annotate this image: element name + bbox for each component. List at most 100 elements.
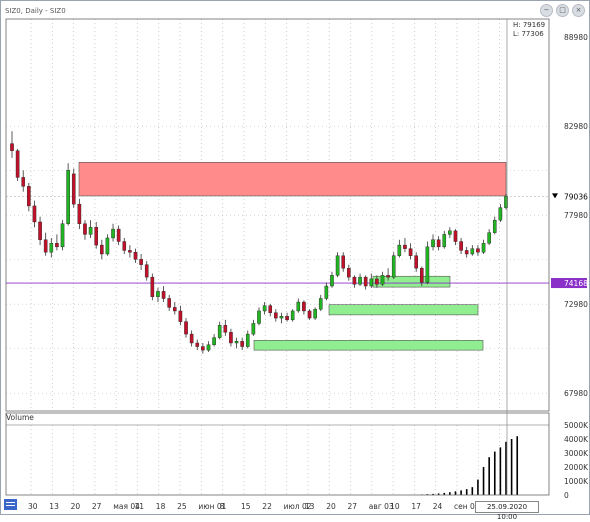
time-axis-label: 13 — [49, 502, 59, 511]
candle-body — [128, 250, 132, 253]
candle-body — [341, 255, 346, 269]
candle-body — [27, 186, 31, 207]
candle-body — [167, 298, 171, 308]
candle-body — [55, 243, 59, 248]
current-price-label: 79036 — [564, 192, 588, 201]
candle-body — [324, 285, 329, 299]
time-axis-label: 17 — [411, 502, 421, 511]
volume-axis-label: 4000K — [564, 435, 589, 444]
price-axis-label: 67980 — [564, 389, 588, 398]
candle-body — [464, 250, 469, 255]
candle-body — [307, 310, 312, 319]
candle-body — [139, 259, 143, 265]
candle-body — [161, 291, 166, 299]
price-axis-label: 82980 — [564, 122, 588, 131]
volume-pane-label: Volume — [6, 413, 34, 422]
candle-body — [375, 278, 379, 285]
candle-body — [150, 276, 155, 297]
candle-body — [335, 255, 340, 276]
price-axis-label: 77980 — [564, 211, 588, 220]
candle-body — [234, 341, 239, 344]
candle-body — [10, 143, 14, 151]
time-axis-label: 11 — [135, 502, 145, 511]
demand-zone-green-3 — [253, 340, 484, 351]
candle-body — [453, 230, 458, 242]
candle-body — [122, 241, 127, 251]
price-axis-label-top: 88980 — [564, 33, 588, 42]
candle-body — [369, 278, 374, 287]
time-axis-label: 30 — [28, 502, 38, 511]
candle-body — [403, 244, 407, 249]
candle-body — [498, 207, 503, 221]
candle-body — [262, 305, 267, 312]
candle-body — [189, 333, 194, 344]
candle-body — [487, 232, 491, 244]
candle-body — [347, 268, 351, 278]
candle-body — [397, 244, 402, 256]
candle-body — [49, 243, 54, 253]
demand-zone-green-2 — [328, 304, 479, 316]
current-price-arrow-icon — [552, 193, 558, 199]
candle-body — [408, 248, 413, 256]
candle-body — [206, 344, 211, 351]
crosshair-time: 10:00 — [496, 513, 518, 521]
candle-body — [481, 243, 486, 253]
volume-axis-label: 1000K — [564, 477, 589, 486]
candle-body — [105, 237, 110, 255]
candle-body — [352, 276, 357, 285]
candle-body — [318, 298, 323, 310]
candle-body — [492, 219, 497, 233]
volume-axis-label: 2000K — [564, 463, 589, 472]
candle-body — [111, 228, 115, 239]
price-tag-text: 74168 — [564, 279, 588, 288]
candle-body — [172, 307, 177, 312]
candle-body — [116, 228, 121, 242]
chart-window: SIZ0, Daily - SIZ0 − □ × H: 79169 L: 773… — [0, 0, 590, 521]
candle-body — [32, 205, 37, 223]
candle-body — [285, 316, 289, 321]
price-axis-label: 72980 — [564, 300, 588, 309]
candle-body — [38, 221, 42, 240]
time-axis-label: 20 — [71, 502, 81, 511]
candle-body — [431, 239, 435, 248]
candle-body — [21, 177, 26, 187]
candle-body — [144, 264, 149, 278]
candle-body — [386, 275, 390, 278]
candle-body — [201, 346, 205, 351]
candle-body — [251, 323, 256, 335]
candle-body — [391, 255, 396, 278]
candle-body — [425, 246, 430, 283]
candle-body — [94, 227, 99, 246]
time-axis-label: 27 — [348, 502, 358, 511]
price-pane-border — [5, 18, 550, 412]
candle-body — [296, 301, 301, 312]
demand-zone-green-1 — [372, 275, 451, 288]
volume-axis-label: 0 — [564, 491, 569, 500]
time-axis-label: 20 — [326, 502, 336, 511]
object-list-icon[interactable] — [4, 499, 17, 510]
time-axis-label: 22 — [262, 502, 272, 511]
candle-body — [313, 308, 317, 319]
time-axis-label: 8 — [220, 502, 225, 511]
candle-body — [290, 310, 295, 321]
time-axis-label: 15 — [241, 502, 251, 511]
candle-body — [302, 301, 306, 312]
candle-body — [77, 203, 82, 224]
price-chart[interactable]: 30 13 20 27 мая 0411 18 25 июн 018 15 22 июл 0213 2… — [1, 1, 590, 516]
candle-body — [459, 241, 463, 251]
candle-body — [212, 337, 216, 345]
candle-body — [257, 310, 261, 324]
candle-body — [363, 276, 368, 287]
candle-body — [229, 332, 233, 344]
volume-axis-label: 3000K — [564, 449, 589, 458]
crosshair-date-label: 25.09.2020 10:00 — [475, 501, 539, 521]
time-axis-label: 25 — [177, 502, 187, 511]
candle-body — [15, 150, 20, 178]
candle-body — [178, 310, 183, 322]
candle-body — [195, 342, 200, 347]
candle-body — [448, 230, 452, 235]
candle-body — [83, 223, 87, 235]
candle-body — [240, 341, 244, 347]
candle-body — [330, 275, 334, 287]
candle-body — [442, 234, 447, 248]
